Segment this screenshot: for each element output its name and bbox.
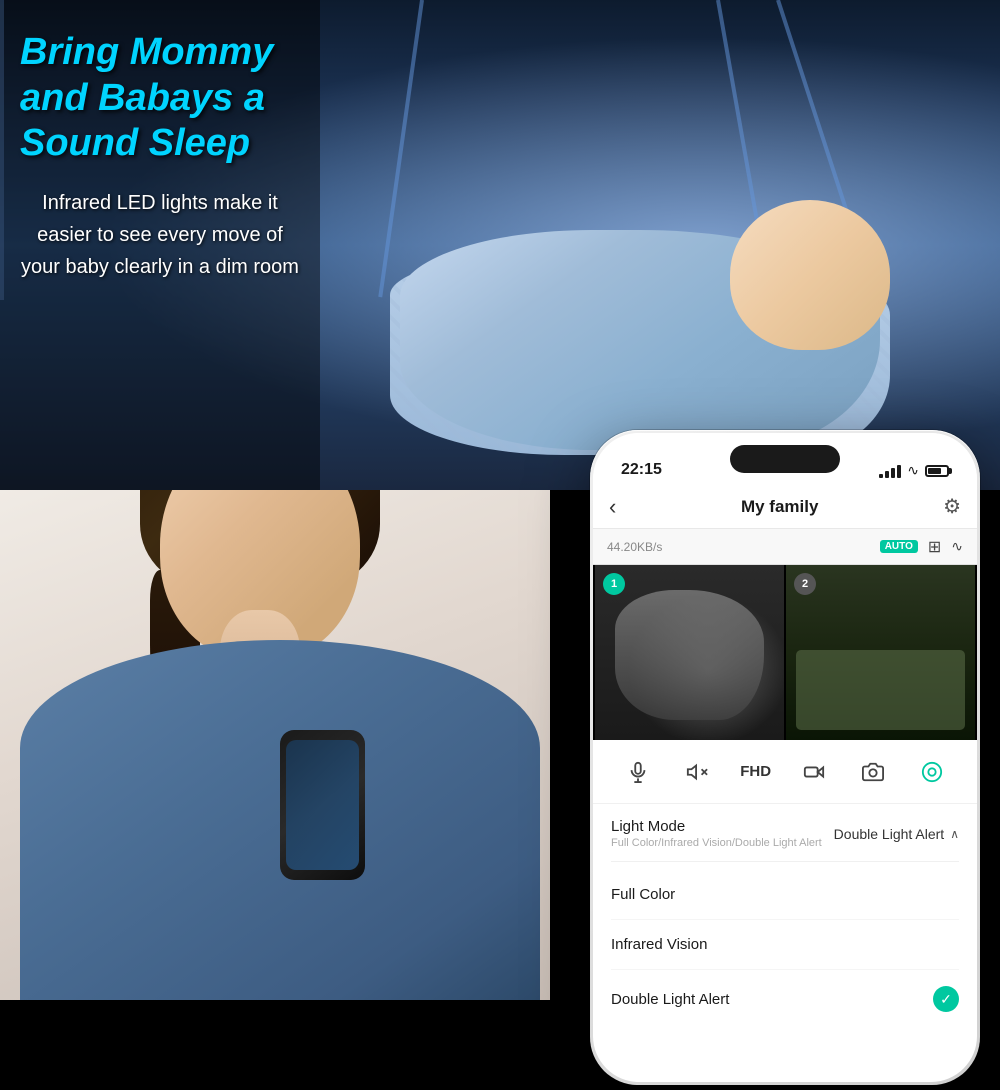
control-icons-row: FHD <box>593 740 977 804</box>
phone-mockup: 22:15 ∿ <box>590 430 990 1090</box>
option-infrared-vision[interactable]: Infrared Vision <box>593 920 977 969</box>
light-mode-current-value[interactable]: Double Light Alert ∧ <box>834 826 959 842</box>
option-label: Double Light Alert <box>611 991 729 1008</box>
headline: Bring Mommy and Babays a Sound Sleep <box>20 30 300 167</box>
light-mode-header: Light Mode Full Color/Infrared Vision/Do… <box>593 804 977 853</box>
settings-wheel-button[interactable] <box>912 752 952 792</box>
baby-head <box>730 200 890 350</box>
woman-phone-screen <box>286 740 359 870</box>
signal-icon <box>879 464 901 478</box>
option-label: Full Color <box>611 886 675 903</box>
option-full-color[interactable]: Full Color <box>593 870 977 919</box>
signal-bar-1 <box>879 474 883 478</box>
cam2-badge: 2 <box>794 573 816 595</box>
camera-feeds: 1 2 <box>593 565 977 740</box>
room-view <box>786 565 975 740</box>
light-mode-section: Light Mode Full Color/Infrared Vision/Do… <box>593 804 977 1028</box>
wifi-status-icon: ∿ <box>951 538 963 555</box>
signal-bar-4 <box>897 465 901 478</box>
light-mode-info: Light Mode Full Color/Infrared Vision/Do… <box>611 818 822 849</box>
subtext: Infrared LED lights make it easier to se… <box>20 187 300 283</box>
back-button[interactable]: ‹ <box>609 494 616 520</box>
bandwidth-display: 44.20KB/s <box>607 540 662 554</box>
camera-feed-2[interactable]: 2 <box>786 565 975 740</box>
app-header: ‹ My family ⚙ <box>593 485 977 529</box>
status-time: 22:15 <box>621 461 662 479</box>
snapshot-button[interactable] <box>853 752 893 792</box>
light-mode-subtitle: Full Color/Infrared Vision/Double Light … <box>611 837 822 849</box>
woman-photo <box>0 490 550 1000</box>
room-furniture <box>796 650 965 730</box>
chevron-up-icon: ∧ <box>950 827 959 841</box>
ir-baby-figure <box>615 590 764 720</box>
text-overlay: Bring Mommy and Babays a Sound Sleep Inf… <box>0 0 320 490</box>
status-icons: ∿ <box>879 462 949 479</box>
signal-bar-3 <box>891 468 895 478</box>
toolbar-icons: AUTO ⊞ ∿ <box>880 537 963 557</box>
header-title: My family <box>741 497 818 517</box>
app-toolbar: 44.20KB/s AUTO ⊞ ∿ <box>593 529 977 565</box>
split-view-icon[interactable]: ⊞ <box>928 537 941 557</box>
auto-badge[interactable]: AUTO <box>880 540 918 553</box>
battery-fill <box>928 468 941 474</box>
infrared-view <box>595 565 784 740</box>
divider <box>611 861 959 862</box>
settings-icon[interactable]: ⚙ <box>943 494 961 519</box>
camera-feed-1[interactable]: 1 <box>595 565 784 740</box>
mic-button[interactable] <box>618 752 658 792</box>
quality-button[interactable]: FHD <box>736 752 776 792</box>
light-mode-title: Light Mode <box>611 818 822 835</box>
top-hero-section: Bring Mommy and Babays a Sound Sleep Inf… <box>0 0 1000 490</box>
option-label: Infrared Vision <box>611 936 707 953</box>
phone-outer-shell: 22:15 ∿ <box>590 430 980 1085</box>
woman-hand-phone <box>280 730 365 880</box>
cam1-badge: 1 <box>603 573 625 595</box>
phone-notch <box>730 445 840 473</box>
record-button[interactable] <box>794 752 834 792</box>
wifi-icon: ∿ <box>907 462 919 479</box>
bottom-section: 22:15 ∿ <box>0 490 1000 1000</box>
selected-checkmark-icon: ✓ <box>933 986 959 1012</box>
battery-icon <box>925 465 949 477</box>
baby-image <box>350 120 930 470</box>
mute-button[interactable] <box>677 752 717 792</box>
phone-inner-screen: 22:15 ∿ <box>593 433 977 1082</box>
signal-bar-2 <box>885 471 889 478</box>
option-double-light-alert[interactable]: Double Light Alert ✓ <box>593 970 977 1028</box>
